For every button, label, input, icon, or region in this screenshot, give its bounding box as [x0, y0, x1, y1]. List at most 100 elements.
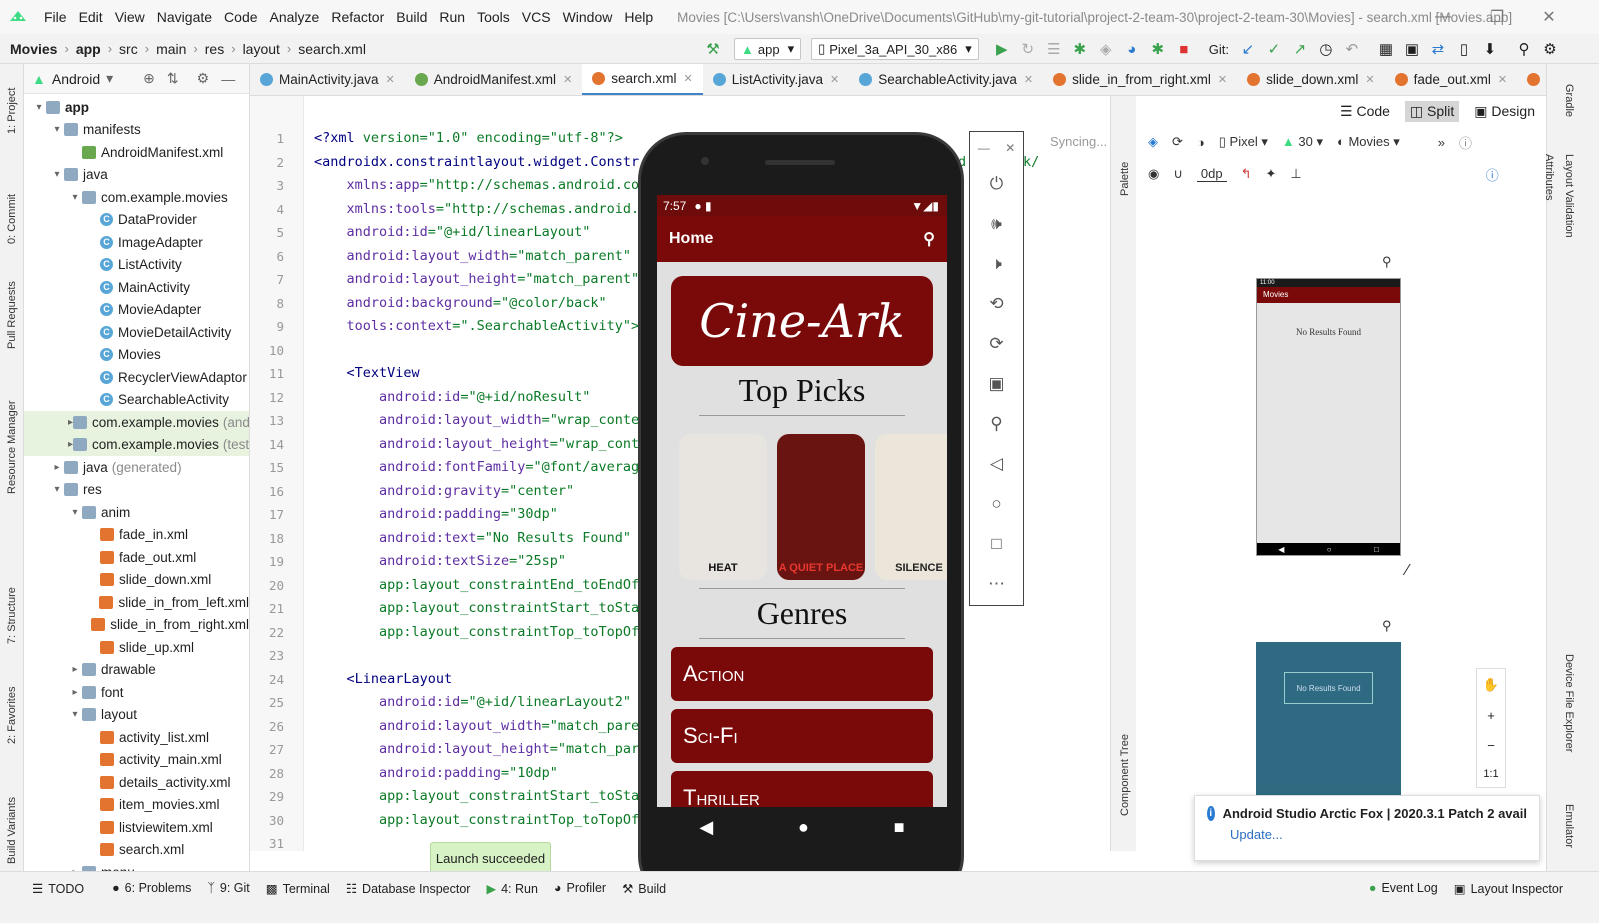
tool-tab-commit[interactable]: 0: Commit: [0, 164, 24, 244]
debug-icon[interactable]: ✱: [1069, 38, 1091, 60]
emulator-overview-icon[interactable]: □: [970, 524, 1023, 564]
emulator-back-icon[interactable]: ◁: [970, 444, 1023, 484]
magnet-icon[interactable]: ∪: [1173, 166, 1183, 182]
editor-tab[interactable]: slide_down.xml ✕: [1237, 64, 1385, 95]
editor-tab[interactable]: fade_out.xml ✕: [1385, 64, 1518, 95]
zoom-actual-icon[interactable]: 1:1: [1483, 768, 1498, 780]
history-icon[interactable]: ◷: [1315, 38, 1337, 60]
pan-icon[interactable]: ✋: [1483, 677, 1499, 693]
todo-tab[interactable]: ☰ TODO: [32, 881, 84, 897]
chevron-down-icon[interactable]: ▾: [68, 709, 82, 720]
tree-item[interactable]: C MovieDetailActivity: [24, 321, 249, 344]
tree-item[interactable]: ▸com.example.movies(andr: [24, 411, 249, 434]
warning-icon[interactable]: ⓘ: [1459, 133, 1472, 152]
breadcrumb-item[interactable]: main: [156, 41, 186, 57]
menu-item[interactable]: Tools: [477, 9, 510, 25]
recents-icon[interactable]: ■: [894, 817, 905, 838]
avd-manager-icon[interactable]: ▯: [1453, 38, 1475, 60]
design-mode-button[interactable]: ▣ Design: [1469, 101, 1540, 122]
volume-down-icon[interactable]: 🕨: [970, 244, 1023, 284]
tree-item[interactable]: C MainActivity: [24, 276, 249, 299]
close-tab-icon[interactable]: ✕: [386, 73, 395, 86]
layout-inspector-icon[interactable]: ▣: [1401, 38, 1423, 60]
help-icon[interactable]: ⓘ: [1486, 165, 1499, 184]
tree-item[interactable]: AndroidManifest.xml: [24, 141, 249, 164]
tree-item[interactable]: C ImageAdapter: [24, 231, 249, 254]
more-icon[interactable]: »: [1438, 135, 1445, 150]
tree-item[interactable]: C DataProvider: [24, 209, 249, 232]
emulator-minimize-icon[interactable]: —: [978, 141, 990, 155]
tree-item[interactable]: ▾ anim: [24, 501, 249, 524]
menu-item[interactable]: File: [44, 9, 67, 25]
event-log-tab[interactable]: ● Event Log: [1369, 881, 1438, 895]
breadcrumb-item[interactable]: src: [119, 41, 138, 57]
tree-item[interactable]: listviewitem.xml: [24, 816, 249, 839]
orientation-icon[interactable]: ⟳: [1172, 134, 1183, 150]
profile-icon[interactable]: ◕: [1121, 38, 1143, 60]
tool-tab-favorites[interactable]: 2: Favorites: [0, 664, 24, 744]
maximize-icon[interactable]: ❐: [1474, 0, 1520, 34]
zoom-icon[interactable]: ⚲: [970, 404, 1023, 444]
code-mode-button[interactable]: ☰ Code: [1335, 101, 1395, 122]
terminal-tab[interactable]: ▩ Terminal: [266, 881, 330, 897]
tree-item[interactable]: C ListActivity: [24, 254, 249, 277]
tree-item[interactable]: ▾ java: [24, 164, 249, 187]
tool-tab-structure[interactable]: 7: Structure: [0, 564, 24, 644]
chevron-down-icon[interactable]: ▾: [50, 169, 64, 180]
breadcrumb-item[interactable]: Movies: [10, 41, 57, 57]
tool-tab-emulator[interactable]: Emulator: [1557, 804, 1581, 864]
cine-ark-logo[interactable]: Cine-Ark: [671, 276, 933, 366]
sync-gradle-icon[interactable]: ⇄: [1427, 38, 1449, 60]
editor-tab[interactable]: slide_in_from_right.xml ✕: [1043, 64, 1237, 95]
tree-item[interactable]: ▸com.example.movies(test): [24, 433, 249, 456]
breadcrumb-item[interactable]: app: [76, 41, 101, 57]
build-tab[interactable]: ⚒ Build: [622, 881, 666, 897]
menu-item[interactable]: Build: [396, 9, 427, 25]
breadcrumb-item[interactable]: search.xml: [298, 41, 366, 57]
tree-item[interactable]: C Movies: [24, 344, 249, 367]
margin-field[interactable]: 0dp: [1196, 166, 1227, 182]
tool-tab-pull-requests[interactable]: Pull Requests: [0, 259, 24, 349]
resize-handle-icon[interactable]: ∕: [1406, 562, 1409, 580]
editor-tab[interactable]: MainActivity.java ✕: [250, 64, 405, 95]
zoom-in-icon[interactable]: +: [1487, 708, 1495, 723]
git-update-icon[interactable]: ↙: [1237, 38, 1259, 60]
tree-item[interactable]: activity_list.xml: [24, 726, 249, 749]
device-select[interactable]: ▯ Pixel_3a_API_30_x86 ▾: [811, 38, 979, 60]
git-commit-icon[interactable]: ✓: [1263, 38, 1285, 60]
hide-panel-icon[interactable]: —: [221, 71, 235, 87]
menu-item[interactable]: Analyze: [270, 9, 320, 25]
apply-changes-icon[interactable]: ↻: [1017, 38, 1039, 60]
problems-tab[interactable]: ● 6: Problems: [112, 881, 191, 895]
tool-tab-palette[interactable]: Palette: [1113, 136, 1137, 196]
back-icon[interactable]: ◀: [699, 817, 713, 838]
editor-tab[interactable]: ListActivity.java ✕: [703, 64, 850, 95]
api-select[interactable]: ▲ 30 ▾: [1282, 134, 1323, 150]
editor-tab[interactable]: AndroidManifest.xml ✕: [405, 64, 583, 95]
poster-carousel[interactable]: HEAT A QUIET PLACE SILENCE: [657, 422, 947, 582]
guidelines-icon[interactable]: ⊥: [1290, 166, 1301, 182]
database-inspector-tab[interactable]: ☷ Database Inspector: [346, 881, 471, 897]
layout-inspector-tab[interactable]: ▣ Layout Inspector: [1454, 881, 1563, 897]
stop-icon[interactable]: ■: [1173, 38, 1195, 60]
menu-item[interactable]: Help: [624, 9, 653, 25]
menu-item[interactable]: Code: [224, 9, 257, 25]
rollback-icon[interactable]: ↶: [1341, 38, 1363, 60]
rotate-left-icon[interactable]: ⟲: [970, 284, 1023, 324]
settings-icon[interactable]: ⚙: [1539, 38, 1561, 60]
tree-item[interactable]: ▸ font: [24, 681, 249, 704]
chevron-right-icon[interactable]: ▸: [68, 687, 82, 698]
tree-item[interactable]: ▾ com.example.movies: [24, 186, 249, 209]
tree-item[interactable]: slide_up.xml: [24, 636, 249, 659]
rotate-right-icon[interactable]: ⟳: [970, 324, 1023, 364]
menu-item[interactable]: Edit: [79, 9, 103, 25]
run-icon[interactable]: ▶: [991, 38, 1013, 60]
chevron-down-icon[interactable]: ▾: [50, 484, 64, 495]
chevron-right-icon[interactable]: ▸: [68, 664, 82, 675]
genre-button[interactable]: Action: [671, 647, 933, 701]
genre-button[interactable]: Thriller: [671, 771, 933, 807]
menu-item[interactable]: Refactor: [331, 9, 384, 25]
tool-tab-device-file-explorer[interactable]: Device File Explorer: [1557, 654, 1581, 784]
screenshot-icon[interactable]: ▣: [970, 364, 1023, 404]
emulator-home-icon[interactable]: ○: [970, 484, 1023, 524]
